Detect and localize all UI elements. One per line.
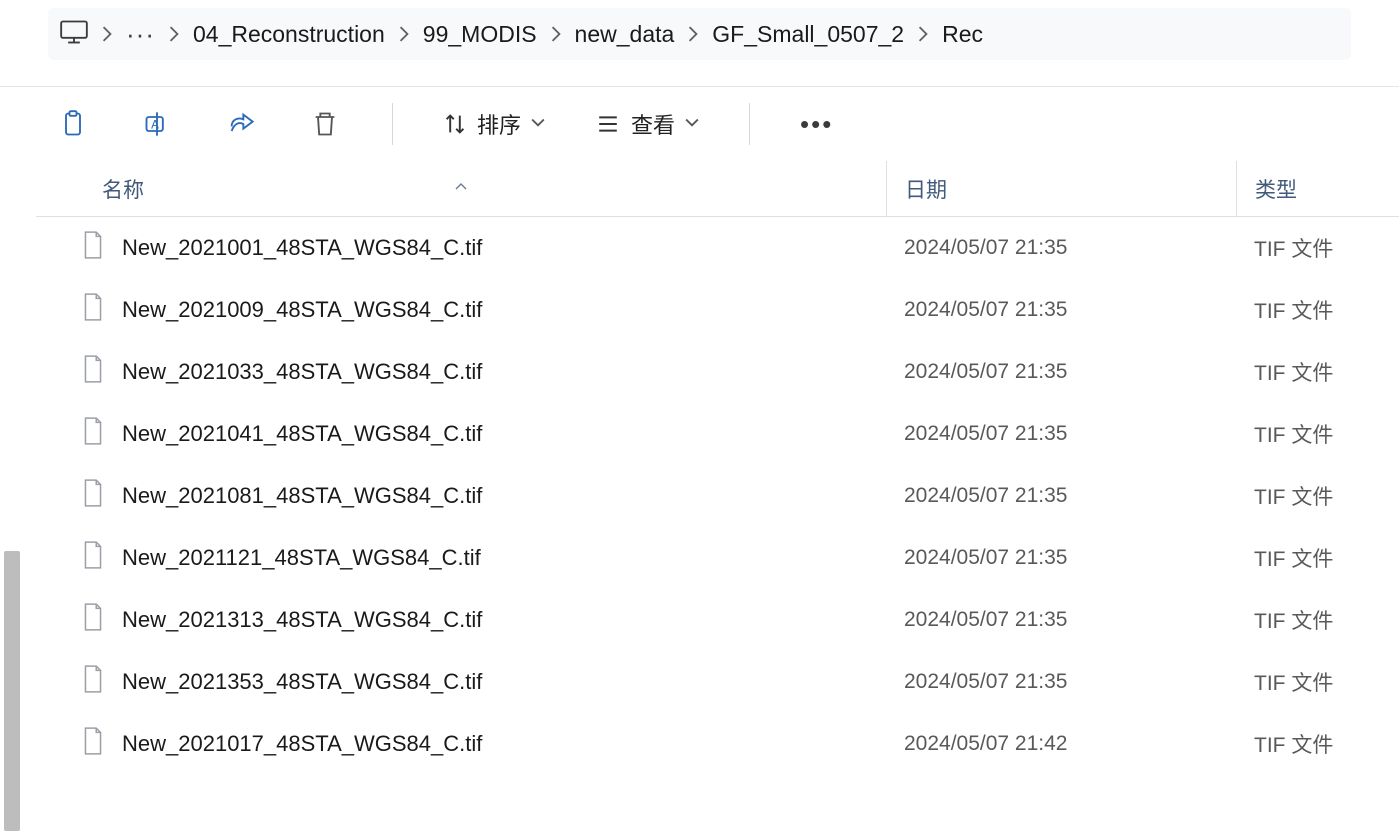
breadcrumb-item[interactable]: new_data xyxy=(575,21,675,48)
file-type-cell: TIF 文件 xyxy=(1236,357,1399,387)
scrollbar[interactable] xyxy=(4,551,20,831)
file-name-cell: New_2021009_48STA_WGS84_C.tif xyxy=(36,293,886,327)
file-icon xyxy=(82,603,104,637)
divider xyxy=(392,103,393,145)
file-name: New_2021081_48STA_WGS84_C.tif xyxy=(122,483,482,509)
share-icon[interactable] xyxy=(224,107,258,141)
table-row[interactable]: New_2021041_48STA_WGS84_C.tif 2024/05/07 … xyxy=(36,403,1399,465)
chevron-right-icon[interactable] xyxy=(551,26,561,42)
view-button[interactable]: 查看 xyxy=(595,108,699,140)
svg-text:A: A xyxy=(151,119,159,132)
table-row[interactable]: New_2021121_48STA_WGS84_C.tif 2024/05/07 … xyxy=(36,527,1399,589)
file-pane: 名称 日期 类型 New_2021001_48STA_WGS84_C.tif 20… xyxy=(36,161,1399,831)
file-icon xyxy=(82,727,104,761)
file-type-cell: TIF 文件 xyxy=(1236,419,1399,449)
more-options-icon[interactable]: ••• xyxy=(800,109,833,140)
view-label: 查看 xyxy=(631,108,675,140)
file-date-cell: 2024/05/07 21:35 xyxy=(886,360,1236,384)
file-name-cell: New_2021017_48STA_WGS84_C.tif xyxy=(36,727,886,761)
table-row[interactable]: New_2021353_48STA_WGS84_C.tif 2024/05/07 … xyxy=(36,651,1399,713)
column-date-label: 日期 xyxy=(905,174,947,204)
breadcrumb-item[interactable]: GF_Small_0507_2 xyxy=(712,21,904,48)
file-date-cell: 2024/05/07 21:35 xyxy=(886,546,1236,570)
file-icon xyxy=(82,355,104,389)
file-rows: New_2021001_48STA_WGS84_C.tif 2024/05/07 … xyxy=(36,217,1399,831)
chevron-right-icon[interactable] xyxy=(102,26,112,42)
delete-icon[interactable] xyxy=(308,107,342,141)
file-name-cell: New_2021001_48STA_WGS84_C.tif xyxy=(36,231,886,265)
breadcrumb-overflow[interactable]: ··· xyxy=(126,21,155,47)
paste-icon[interactable] xyxy=(56,107,90,141)
table-row[interactable]: New_2021081_48STA_WGS84_C.tif 2024/05/07 … xyxy=(36,465,1399,527)
file-name-cell: New_2021081_48STA_WGS84_C.tif xyxy=(36,479,886,513)
column-header-name[interactable]: 名称 xyxy=(36,174,886,204)
chevron-right-icon[interactable] xyxy=(169,26,179,42)
file-icon xyxy=(82,231,104,265)
table-row[interactable]: New_2021313_48STA_WGS84_C.tif 2024/05/07 … xyxy=(36,589,1399,651)
file-name-cell: New_2021353_48STA_WGS84_C.tif xyxy=(36,665,886,699)
breadcrumb[interactable]: ··· 04_Reconstruction 99_MODIS new_data … xyxy=(48,8,1351,60)
chevron-right-icon[interactable] xyxy=(918,26,928,42)
file-area: 名称 日期 类型 New_2021001_48STA_WGS84_C.tif 20… xyxy=(0,161,1399,831)
column-type-label: 类型 xyxy=(1255,174,1297,204)
file-date-cell: 2024/05/07 21:35 xyxy=(886,670,1236,694)
file-date-cell: 2024/05/07 21:42 xyxy=(886,732,1236,756)
breadcrumb-item[interactable]: Rec xyxy=(942,21,983,48)
chevron-right-icon[interactable] xyxy=(688,26,698,42)
file-type-cell: TIF 文件 xyxy=(1236,543,1399,573)
file-name-cell: New_2021313_48STA_WGS84_C.tif xyxy=(36,603,886,637)
column-header-type[interactable]: 类型 xyxy=(1236,161,1399,216)
file-date-cell: 2024/05/07 21:35 xyxy=(886,484,1236,508)
file-type-cell: TIF 文件 xyxy=(1236,295,1399,325)
breadcrumb-item[interactable]: 99_MODIS xyxy=(423,21,537,48)
chevron-down-icon xyxy=(531,115,545,133)
file-icon xyxy=(82,541,104,575)
sort-asc-icon xyxy=(454,172,468,196)
file-icon xyxy=(82,479,104,513)
divider xyxy=(749,103,750,145)
column-name-label: 名称 xyxy=(102,174,144,204)
breadcrumb-item[interactable]: 04_Reconstruction xyxy=(193,21,385,48)
file-name-cell: New_2021121_48STA_WGS84_C.tif xyxy=(36,541,886,575)
file-icon xyxy=(82,665,104,699)
rename-icon[interactable]: A xyxy=(140,107,174,141)
file-date-cell: 2024/05/07 21:35 xyxy=(886,608,1236,632)
file-name-cell: New_2021041_48STA_WGS84_C.tif xyxy=(36,417,886,451)
file-icon xyxy=(82,417,104,451)
file-name: New_2021121_48STA_WGS84_C.tif xyxy=(122,545,481,571)
file-name: New_2021041_48STA_WGS84_C.tif xyxy=(122,421,482,447)
sort-button[interactable]: 排序 xyxy=(443,108,545,140)
file-name: New_2021001_48STA_WGS84_C.tif xyxy=(122,235,482,261)
sort-label: 排序 xyxy=(477,108,521,140)
file-date-cell: 2024/05/07 21:35 xyxy=(886,422,1236,446)
file-name-cell: New_2021033_48STA_WGS84_C.tif xyxy=(36,355,886,389)
file-type-cell: TIF 文件 xyxy=(1236,481,1399,511)
column-header-date[interactable]: 日期 xyxy=(886,161,1236,216)
file-name: New_2021017_48STA_WGS84_C.tif xyxy=(122,731,482,757)
toolbar: A 排序 查看 ••• xyxy=(0,87,1399,161)
this-pc-icon[interactable] xyxy=(60,20,88,49)
file-date-cell: 2024/05/07 21:35 xyxy=(886,236,1236,260)
file-type-cell: TIF 文件 xyxy=(1236,667,1399,697)
file-name: New_2021009_48STA_WGS84_C.tif xyxy=(122,297,482,323)
column-headers: 名称 日期 类型 xyxy=(36,161,1399,217)
file-type-cell: TIF 文件 xyxy=(1236,729,1399,759)
chevron-right-icon[interactable] xyxy=(399,26,409,42)
breadcrumb-bar: ··· 04_Reconstruction 99_MODIS new_data … xyxy=(0,0,1399,68)
file-type-cell: TIF 文件 xyxy=(1236,233,1399,263)
table-row[interactable]: New_2021017_48STA_WGS84_C.tif 2024/05/07 … xyxy=(36,713,1399,775)
file-name: New_2021033_48STA_WGS84_C.tif xyxy=(122,359,482,385)
table-row[interactable]: New_2021033_48STA_WGS84_C.tif 2024/05/07 … xyxy=(36,341,1399,403)
chevron-down-icon xyxy=(685,115,699,133)
table-row[interactable]: New_2021001_48STA_WGS84_C.tif 2024/05/07 … xyxy=(36,217,1399,279)
file-icon xyxy=(82,293,104,327)
table-row[interactable]: New_2021009_48STA_WGS84_C.tif 2024/05/07 … xyxy=(36,279,1399,341)
file-name: New_2021353_48STA_WGS84_C.tif xyxy=(122,669,482,695)
file-date-cell: 2024/05/07 21:35 xyxy=(886,298,1236,322)
file-name: New_2021313_48STA_WGS84_C.tif xyxy=(122,607,482,633)
file-type-cell: TIF 文件 xyxy=(1236,605,1399,635)
left-gutter xyxy=(0,161,36,831)
